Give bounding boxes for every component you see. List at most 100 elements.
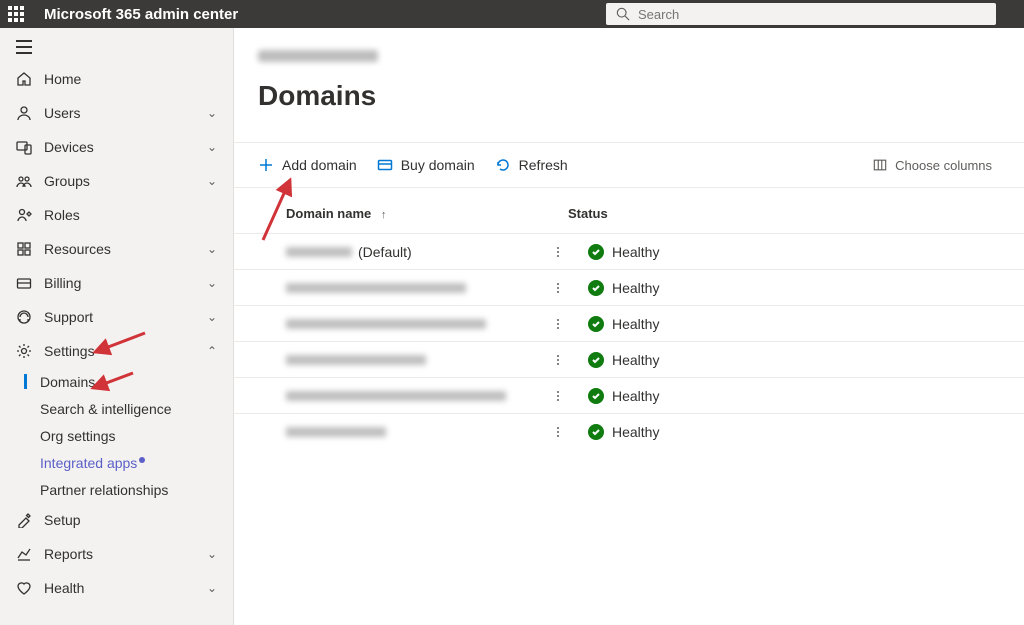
table-row[interactable]: Healthy bbox=[234, 269, 1024, 305]
row-more-button[interactable] bbox=[548, 427, 568, 437]
sidebar-subitem-label: Search & intelligence bbox=[40, 401, 172, 417]
toolbar: Add domain Buy domain Refresh Choose col… bbox=[234, 142, 1024, 188]
table-row[interactable]: Healthy bbox=[234, 341, 1024, 377]
domain-name-redacted bbox=[286, 427, 386, 437]
app-title: Microsoft 365 admin center bbox=[44, 6, 238, 23]
sidebar-subitem-partner-relationships[interactable]: Partner relationships bbox=[0, 476, 233, 503]
sidebar-item-settings[interactable]: Settings⌃ bbox=[0, 334, 233, 368]
settings-icon bbox=[16, 343, 32, 359]
home-icon bbox=[16, 71, 32, 87]
choose-columns-button[interactable]: Choose columns bbox=[873, 158, 992, 173]
chevron-down-icon: ⌄ bbox=[207, 581, 217, 595]
search-box[interactable] bbox=[606, 3, 996, 25]
sidebar-item-label: Users bbox=[44, 105, 81, 121]
sidebar-subitem-label: Integrated apps bbox=[40, 455, 137, 471]
sidebar-subitem-integrated-apps[interactable]: Integrated apps bbox=[0, 449, 233, 476]
app-launcher-icon[interactable] bbox=[8, 6, 24, 22]
status-text: Healthy bbox=[612, 244, 659, 260]
columns-icon bbox=[873, 158, 887, 172]
healthy-check-icon bbox=[588, 316, 604, 332]
row-more-button[interactable] bbox=[548, 283, 568, 293]
row-more-button[interactable] bbox=[548, 247, 568, 257]
chevron-down-icon: ⌄ bbox=[207, 276, 217, 290]
main-content: Domains Add domain Buy domain Refresh Ch… bbox=[234, 28, 1024, 625]
sidebar-item-label: Support bbox=[44, 309, 93, 325]
sidebar-subitem-domains[interactable]: Domains bbox=[0, 368, 233, 395]
col-header-domain-name[interactable]: Domain name ↑ bbox=[258, 206, 548, 221]
chevron-down-icon: ⌄ bbox=[207, 310, 217, 324]
header-bar: Microsoft 365 admin center bbox=[0, 0, 1024, 28]
sidebar-item-groups[interactable]: Groups ⌄ bbox=[0, 164, 233, 198]
buy-domain-label: Buy domain bbox=[401, 157, 475, 173]
search-input[interactable] bbox=[638, 7, 986, 22]
table-row[interactable]: (Default) Healthy bbox=[234, 233, 1024, 269]
billing-icon bbox=[16, 275, 32, 291]
sidebar-item-devices[interactable]: Devices ⌄ bbox=[0, 130, 233, 164]
sidebar-subitem-label: Domains bbox=[40, 374, 95, 390]
cell-status: Healthy bbox=[568, 244, 659, 260]
sidebar-item-resources[interactable]: Resources⌄ bbox=[0, 232, 233, 266]
healthy-check-icon bbox=[588, 280, 604, 296]
row-more-button[interactable] bbox=[548, 355, 568, 365]
sidebar-item-label: Devices bbox=[44, 139, 94, 155]
page-title: Domains bbox=[258, 80, 1024, 112]
table-row[interactable]: Healthy bbox=[234, 413, 1024, 449]
chevron-down-icon: ⌄ bbox=[207, 174, 217, 188]
healthy-check-icon bbox=[588, 352, 604, 368]
sort-ascending-icon: ↑ bbox=[381, 209, 387, 221]
domain-name-redacted bbox=[286, 247, 352, 257]
sidebar-subitem-label: Org settings bbox=[40, 428, 115, 444]
table-header: Domain name ↑ Status bbox=[234, 188, 1024, 233]
cell-domain-name bbox=[258, 391, 548, 401]
reports-icon bbox=[16, 546, 32, 562]
row-more-button[interactable] bbox=[548, 391, 568, 401]
sidebar-item-users[interactable]: Users⌄ bbox=[0, 96, 233, 130]
chevron-up-icon: ⌃ bbox=[207, 344, 217, 358]
support-icon bbox=[16, 309, 32, 325]
sidebar-item-support[interactable]: Support ⌄ bbox=[0, 300, 233, 334]
tenant-name-redacted bbox=[258, 50, 378, 62]
add-domain-label: Add domain bbox=[282, 157, 357, 173]
buy-domain-button[interactable]: Buy domain bbox=[377, 157, 475, 173]
refresh-button[interactable]: Refresh bbox=[495, 157, 568, 173]
healthy-check-icon bbox=[588, 424, 604, 440]
roles-icon bbox=[16, 207, 32, 223]
resources-icon bbox=[16, 241, 32, 257]
chevron-down-icon: ⌄ bbox=[207, 140, 217, 154]
hamburger-icon[interactable] bbox=[16, 40, 32, 54]
sidebar-item-roles[interactable]: Roles bbox=[0, 198, 233, 232]
sidebar-item-label: Groups bbox=[44, 173, 90, 189]
sidebar-subitem-search-intelligence[interactable]: Search & intelligence bbox=[0, 395, 233, 422]
card-icon bbox=[377, 157, 393, 173]
cell-status: Healthy bbox=[568, 424, 659, 440]
default-badge: (Default) bbox=[358, 244, 412, 260]
sidebar-item-billing[interactable]: Billing ⌄ bbox=[0, 266, 233, 300]
sidebar-item-label: Reports bbox=[44, 546, 93, 562]
table-row[interactable]: Healthy bbox=[234, 305, 1024, 341]
add-domain-button[interactable]: Add domain bbox=[258, 157, 357, 173]
status-text: Healthy bbox=[612, 424, 659, 440]
col-header-status[interactable]: Status bbox=[548, 206, 1000, 221]
sidebar-subitem-label: Partner relationships bbox=[40, 482, 168, 498]
setup-icon bbox=[16, 512, 32, 528]
user-icon bbox=[16, 105, 32, 121]
search-icon bbox=[616, 7, 630, 21]
domains-table-body: (Default) Healthy Healthy Healthy Healthy Hea… bbox=[234, 233, 1024, 449]
healthy-check-icon bbox=[588, 244, 604, 260]
row-more-button[interactable] bbox=[548, 319, 568, 329]
sidebar-item-home[interactable]: Home bbox=[0, 62, 233, 96]
plus-icon bbox=[258, 157, 274, 173]
status-text: Healthy bbox=[612, 352, 659, 368]
table-row[interactable]: Healthy bbox=[234, 377, 1024, 413]
sidebar-item-reports[interactable]: Reports⌄ bbox=[0, 537, 233, 571]
sidebar: HomeUsers⌄Devices⌄Groups⌄RolesResources⌄… bbox=[0, 28, 234, 625]
cell-status: Healthy bbox=[568, 316, 659, 332]
sidebar-item-label: Billing bbox=[44, 275, 81, 291]
sidebar-item-label: Home bbox=[44, 71, 81, 87]
sidebar-item-health[interactable]: Health⌄ bbox=[0, 571, 233, 605]
sidebar-item-label: Setup bbox=[44, 512, 81, 528]
sidebar-subitem-org-settings[interactable]: Org settings bbox=[0, 422, 233, 449]
sidebar-item-setup[interactable]: Setup bbox=[0, 503, 233, 537]
domain-name-redacted bbox=[286, 319, 486, 329]
health-icon bbox=[16, 580, 32, 596]
